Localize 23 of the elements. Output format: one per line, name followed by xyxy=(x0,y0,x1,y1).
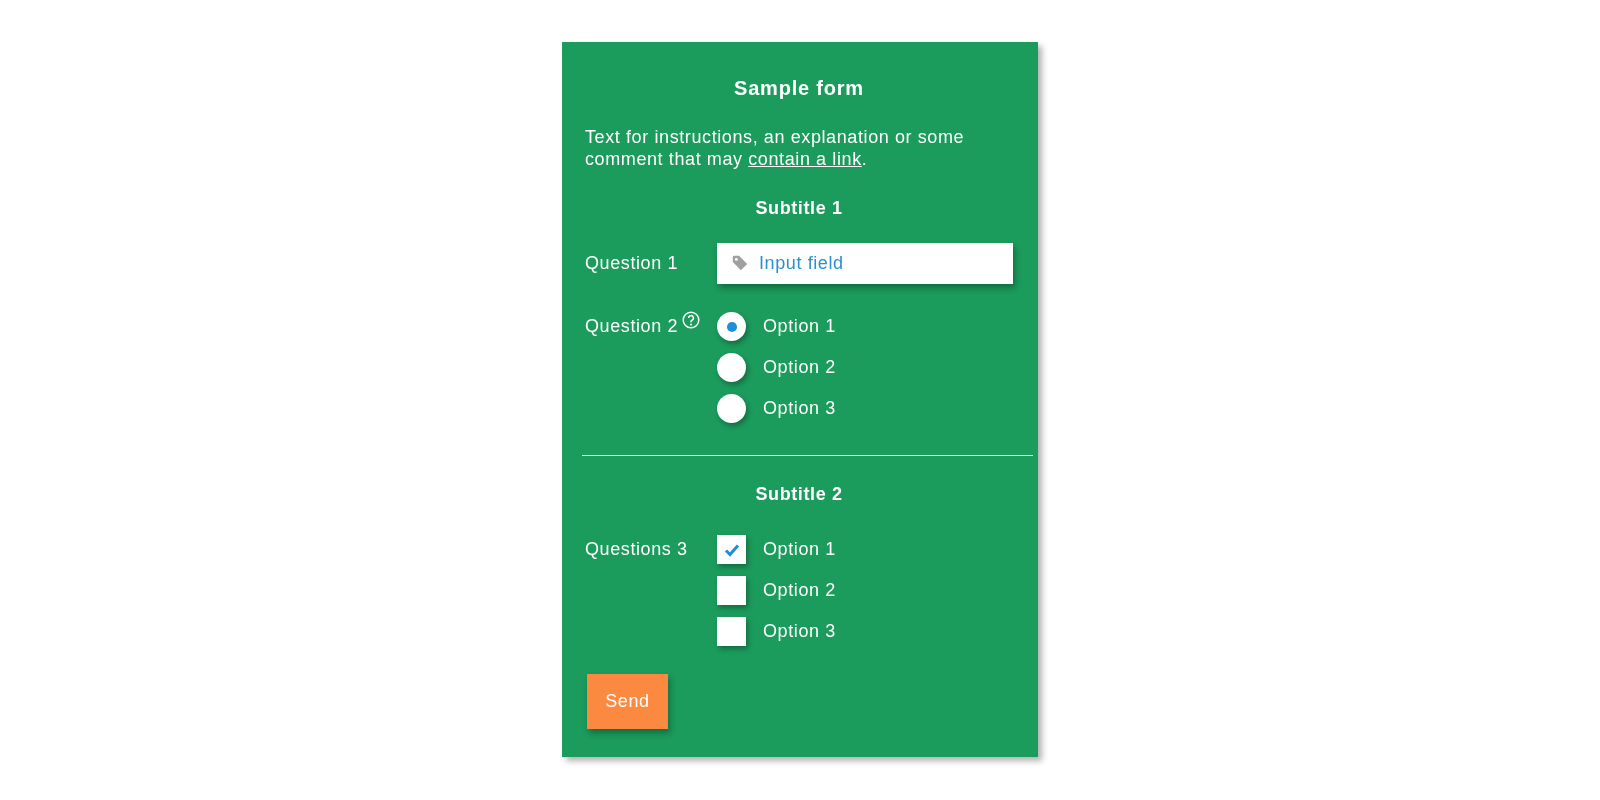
option-label: Option 2 xyxy=(763,580,836,601)
option-label: Option 3 xyxy=(763,621,836,642)
form-title: Sample form xyxy=(733,77,865,100)
option-label: Option 3 xyxy=(763,398,836,419)
option-label: Option 2 xyxy=(763,357,836,378)
radio-button[interactable] xyxy=(717,394,746,423)
section-subtitle: Subtitle 1 xyxy=(754,198,844,219)
checkbox[interactable] xyxy=(717,576,746,605)
radio-button[interactable] xyxy=(717,353,746,382)
checkbox[interactable] xyxy=(717,535,746,564)
question-label: Questions 3 xyxy=(585,539,688,560)
option-label: Option 1 xyxy=(763,539,836,560)
checkbox[interactable] xyxy=(717,617,746,646)
question-label: Question 2 xyxy=(585,316,679,337)
question-label: Question 1 xyxy=(585,253,679,274)
help-icon[interactable] xyxy=(682,311,701,329)
section-subtitle: Subtitle 2 xyxy=(754,484,844,505)
send-button[interactable]: Send xyxy=(587,674,668,729)
radio-button[interactable] xyxy=(717,312,746,341)
instructions-text: Text for instructions, an explanation or some comment that may contain a link. xyxy=(585,126,966,170)
inline-link[interactable]: contain a link xyxy=(748,149,862,169)
input-field[interactable]: Input field xyxy=(717,243,1013,284)
option-label: Option 1 xyxy=(763,316,836,337)
